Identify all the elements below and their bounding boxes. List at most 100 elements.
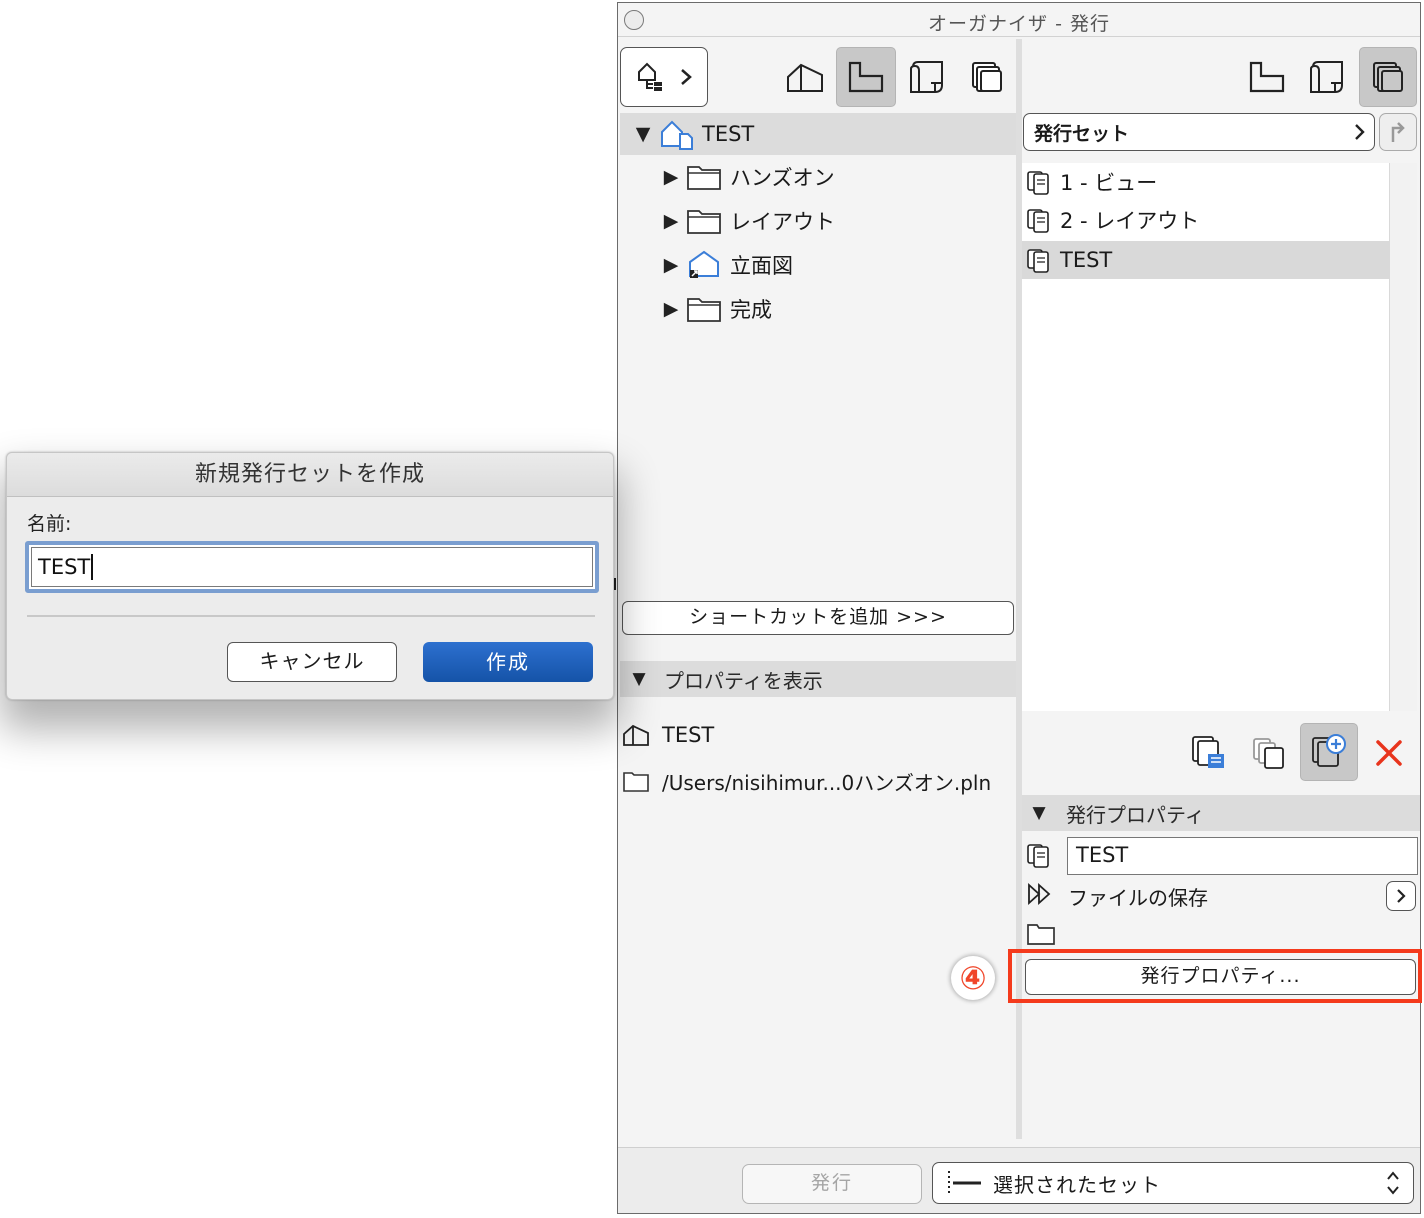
tree-item[interactable]: ▶ 立面図 xyxy=(618,245,1014,285)
project-map-icon xyxy=(786,61,824,93)
view-map-tab[interactable] xyxy=(836,47,896,107)
triangle-down-icon[interactable]: ▼ xyxy=(632,123,654,145)
create-button[interactable]: 作成 xyxy=(423,642,593,682)
folder-icon xyxy=(622,769,650,793)
triangle-right-icon[interactable]: ▶ xyxy=(660,166,682,188)
dialog-title: 新規発行セットを作成 xyxy=(7,453,613,497)
cancel-button[interactable]: キャンセル xyxy=(227,642,397,682)
duplicate-set-button[interactable] xyxy=(1242,725,1296,781)
triangle-down-icon[interactable]: ▼ xyxy=(628,669,650,689)
publisher-set-list[interactable]: 1 - ビュー 2 - レイアウト TEST xyxy=(1022,163,1390,711)
tree-item-label: レイアウト xyxy=(730,210,835,234)
publish-button[interactable]: 発行 xyxy=(742,1164,922,1204)
properties-header[interactable]: ▼ プロパティを表示 xyxy=(620,661,1016,697)
publisher-set-icon xyxy=(1026,206,1052,234)
tree-item[interactable]: ▶ レイアウト xyxy=(618,201,1014,241)
folder-icon[interactable] xyxy=(1026,921,1056,947)
publish-properties-header-label: 発行プロパティ xyxy=(1066,802,1205,827)
set-settings-icon xyxy=(1190,734,1228,772)
chevron-right-icon xyxy=(1396,888,1406,904)
move-up-button[interactable] xyxy=(1379,113,1417,151)
triangle-right-icon[interactable]: ▶ xyxy=(660,210,682,232)
highlight-box xyxy=(1008,949,1422,1003)
folder-icon xyxy=(686,207,722,235)
duplicate-set-icon xyxy=(1250,734,1288,772)
arrow-up-icon xyxy=(1387,120,1409,144)
publish-scope-label: 選択されたセット xyxy=(993,1172,1161,1197)
delete-icon xyxy=(1373,737,1405,769)
properties-path: /Users/nisihimur...0ハンズオン.pln xyxy=(662,770,992,795)
publisher-set-selector-label: 発行セット xyxy=(1034,122,1130,145)
publish-set-name-field[interactable]: TEST xyxy=(1067,837,1418,875)
tree-item[interactable]: ▶ ハンズオン xyxy=(618,157,1014,197)
triangle-right-icon[interactable]: ▶ xyxy=(660,298,682,320)
properties-name: TEST xyxy=(662,723,715,747)
set-settings-button[interactable] xyxy=(1182,725,1236,781)
tree-root-row[interactable]: ▼ TEST xyxy=(620,113,1016,155)
layout-book-icon xyxy=(907,59,947,95)
folder-icon xyxy=(686,163,722,191)
list-scrollbar[interactable] xyxy=(1389,163,1417,711)
new-publisher-set-dialog: 新規発行セットを作成 名前: TEST キャンセル 作成 xyxy=(6,452,614,700)
publisher-set-icon xyxy=(1026,841,1052,869)
add-shortcut-button[interactable]: ショートカットを追加 >>> xyxy=(622,601,1014,635)
step-badge: ④ xyxy=(951,956,995,1000)
list-item-selected[interactable]: TEST xyxy=(1022,241,1390,279)
fast-forward-icon xyxy=(1026,881,1054,907)
tree-root-label: TEST xyxy=(702,122,755,146)
tree-item-label: 立面図 xyxy=(730,254,793,278)
delete-button[interactable] xyxy=(1364,725,1414,781)
title-bar[interactable]: オーガナイザ - 発行 xyxy=(618,3,1420,37)
project-file-icon xyxy=(660,118,694,150)
view-map-icon xyxy=(1248,60,1286,94)
list-item[interactable]: 2 - レイアウト xyxy=(1022,201,1390,239)
publisher-set-selector[interactable]: 発行セット xyxy=(1023,113,1375,151)
name-field-inner[interactable]: TEST xyxy=(31,547,593,587)
list-item-label: 1 - ビュー xyxy=(1060,171,1158,195)
window-title: オーガナイザ - 発行 xyxy=(928,13,1110,35)
publish-method-label: ファイルの保存 xyxy=(1068,886,1208,910)
publish-properties-header[interactable]: ▼ 発行プロパティ xyxy=(1022,795,1420,831)
chevron-right-icon xyxy=(1354,123,1366,141)
triangle-down-icon[interactable]: ▼ xyxy=(1028,803,1050,823)
project-map-icon xyxy=(622,723,650,747)
project-map-tab[interactable] xyxy=(776,47,834,107)
organizer-window: オーガナイザ - 発行 ▼ TEST ▶ ハンズオン ▶ レイアウト ▶ 立面図… xyxy=(617,2,1421,1214)
properties-header-label: プロパティを表示 xyxy=(664,668,823,693)
publisher-sets-icon xyxy=(969,59,1005,95)
project-map-icon xyxy=(636,60,666,94)
properties-path-row: /Users/nisihimur...0ハンズオン.pln xyxy=(618,761,1014,801)
layout-book-tab[interactable] xyxy=(898,47,956,107)
name-label: 名前: xyxy=(27,513,72,535)
layout-book-tab-right[interactable] xyxy=(1298,47,1356,107)
tree-item-label: 完成 xyxy=(730,298,772,322)
publish-scope-select[interactable]: 選択されたセット xyxy=(932,1162,1414,1204)
view-map-tab-right[interactable] xyxy=(1238,47,1296,107)
layout-book-icon xyxy=(1307,59,1347,95)
publisher-sets-tab-right[interactable] xyxy=(1359,47,1417,107)
name-field-value: TEST xyxy=(38,555,91,579)
triangle-right-icon[interactable]: ▶ xyxy=(660,254,682,276)
text-caret xyxy=(91,554,93,580)
publish-method-button[interactable] xyxy=(1386,881,1416,911)
name-field[interactable]: TEST xyxy=(25,541,599,593)
tree-item-label: ハンズオン xyxy=(730,166,835,190)
view-map-icon xyxy=(847,60,885,94)
tree-item[interactable]: ▶ 完成 xyxy=(618,289,1014,329)
publisher-sets-icon xyxy=(1370,59,1406,95)
new-set-button[interactable] xyxy=(1300,723,1358,781)
folder-icon xyxy=(686,295,722,323)
publisher-set-icon xyxy=(1026,246,1052,274)
publisher-set-icon xyxy=(1026,168,1052,196)
navigator-popup-button[interactable] xyxy=(620,47,708,107)
stepper-arrows-icon xyxy=(1385,1169,1401,1197)
list-tree-icon xyxy=(945,1168,983,1198)
list-item-label: TEST xyxy=(1060,248,1113,272)
dialog-divider xyxy=(27,615,595,617)
bottom-bar: 発行 選択されたセット xyxy=(618,1147,1420,1213)
elevation-shortcut-icon xyxy=(686,250,722,280)
chevron-right-icon xyxy=(679,67,693,87)
list-item[interactable]: 1 - ビュー xyxy=(1022,163,1390,201)
properties-name-row: TEST xyxy=(618,715,1014,755)
publisher-sets-tab[interactable] xyxy=(958,47,1016,107)
